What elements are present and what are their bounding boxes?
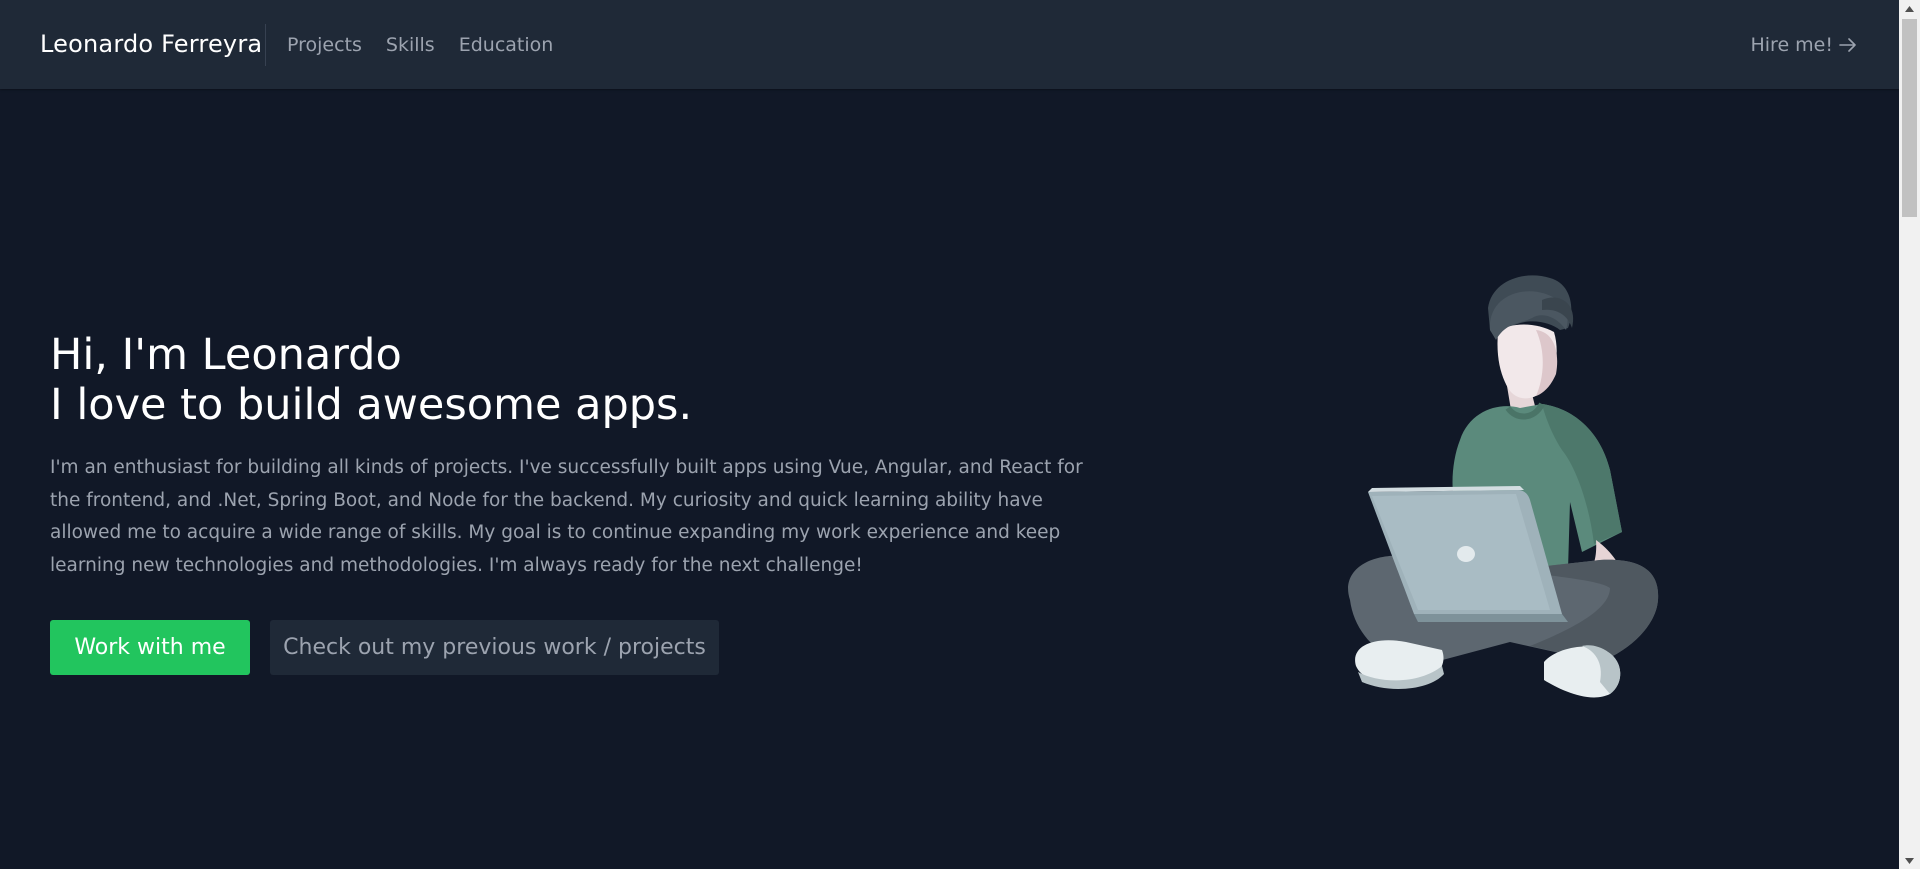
person-with-laptop-illustration: [1348, 275, 1659, 698]
hire-me-link[interactable]: Hire me!: [1750, 34, 1857, 56]
scroll-up-arrow-icon[interactable]: [1899, 0, 1920, 17]
nav-link-skills[interactable]: Skills: [386, 34, 435, 56]
brand-name[interactable]: Leonardo Ferreyra: [40, 30, 262, 58]
vertical-scrollbar[interactable]: [1899, 0, 1920, 869]
previous-work-button[interactable]: Check out my previous work / projects: [270, 620, 719, 675]
scrollbar-thumb[interactable]: [1902, 19, 1917, 217]
hero-title: Hi, I'm Leonardo I love to build awesome…: [50, 330, 692, 430]
nav-divider: [265, 24, 266, 66]
main-nav: Projects Skills Education: [287, 34, 553, 56]
hero-title-line-2: I love to build awesome apps.: [50, 380, 693, 430]
page: Leonardo Ferreyra Projects Skills Educat…: [0, 0, 1920, 869]
arrow-right-icon: [1839, 38, 1856, 52]
hero-title-line-1: Hi, I'm Leonardo: [50, 330, 402, 380]
nav-link-projects[interactable]: Projects: [287, 34, 362, 56]
hero-description: I'm an enthusiast for building all kinds…: [50, 457, 1083, 576]
top-nav-bar: Leonardo Ferreyra Projects Skills Educat…: [0, 0, 1899, 89]
scroll-down-arrow-icon[interactable]: [1899, 852, 1920, 869]
hire-me-label: Hire me!: [1750, 34, 1833, 56]
nav-link-education[interactable]: Education: [459, 34, 554, 56]
work-with-me-button[interactable]: Work with me: [50, 620, 250, 675]
